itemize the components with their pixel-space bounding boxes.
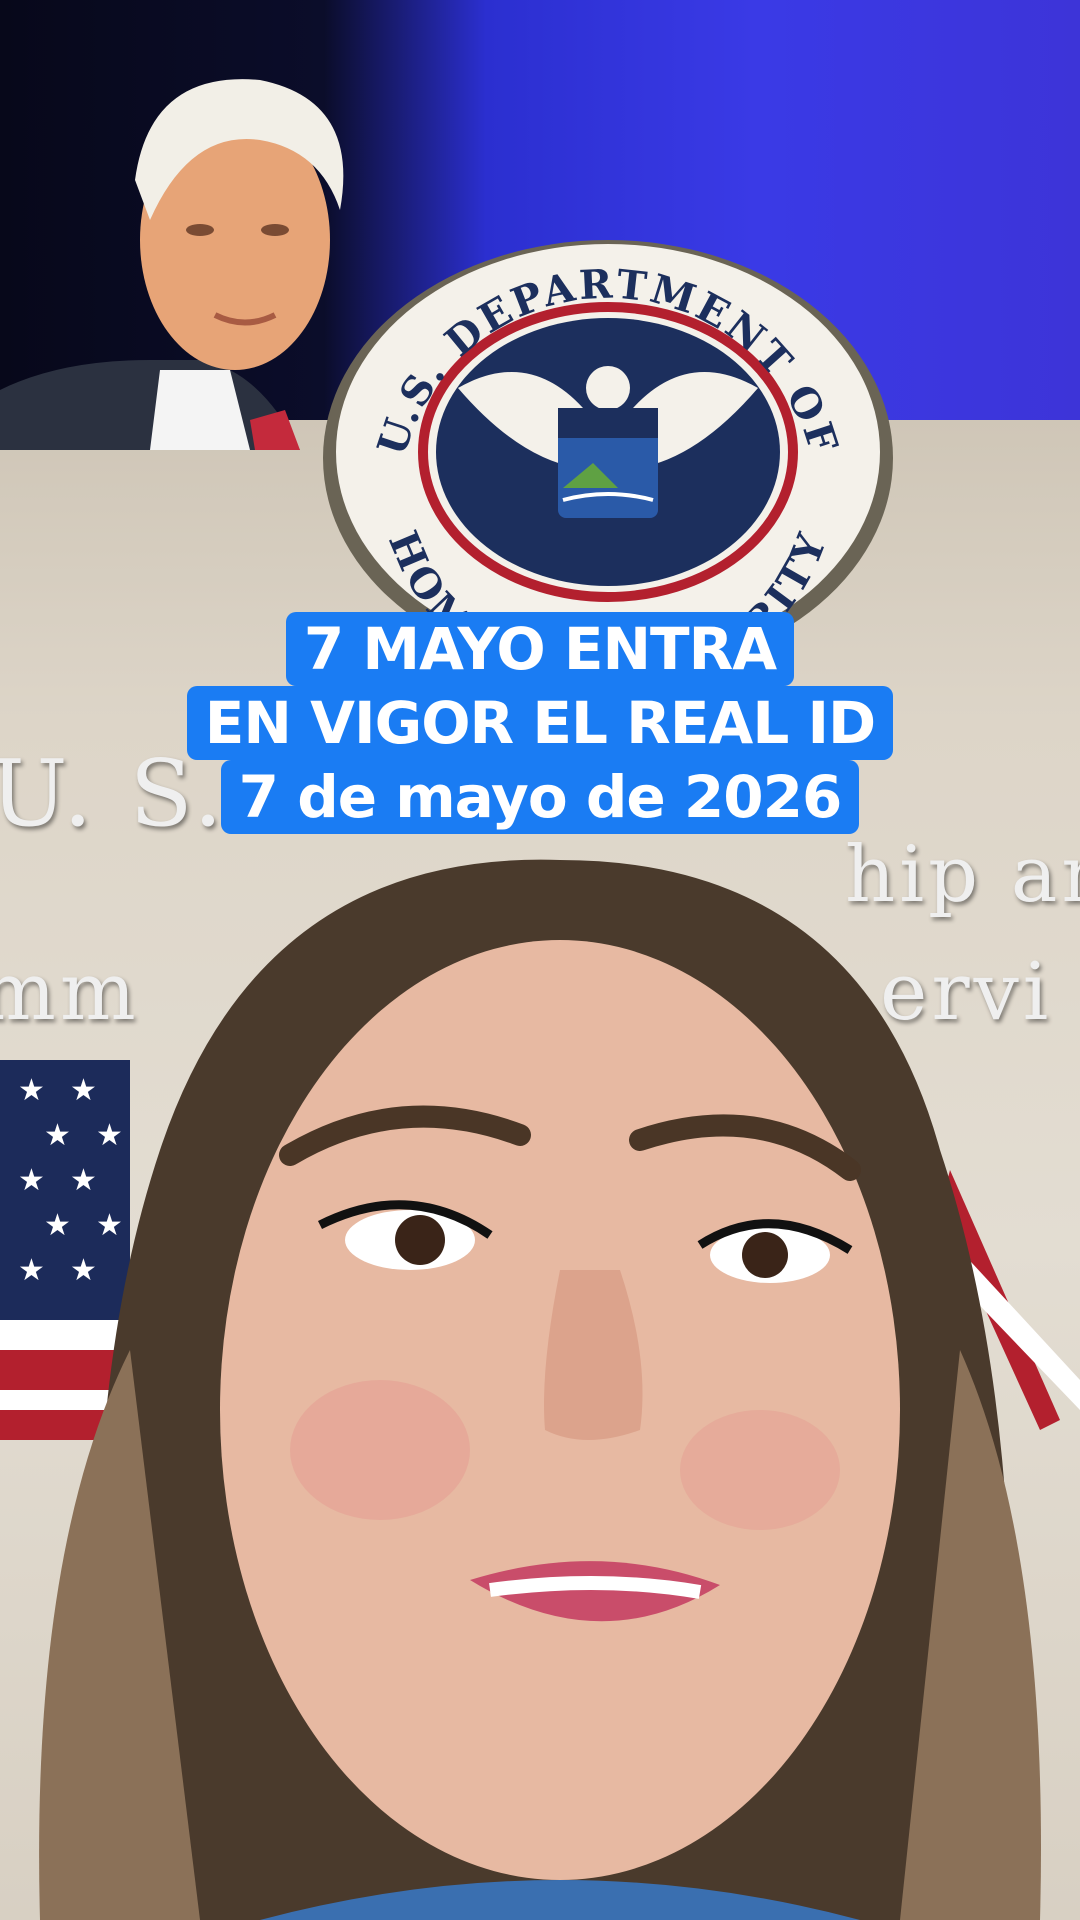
speaker-video-image	[39, 859, 1041, 1920]
caption-overlay: 7 MAYO ENTRA EN VIGOR EL REAL ID 7 de ma…	[0, 612, 1080, 834]
caption-line-3: 7 de mayo de 2026	[220, 760, 860, 834]
caption-line-1: 7 MAYO ENTRA	[285, 612, 795, 686]
caption-line-2: EN VIGOR EL REAL ID	[186, 686, 894, 760]
man-portrait-image	[0, 79, 344, 450]
video-frame[interactable]: U.S. DEPARTMENT OF HOMELAND SECURITY U. …	[0, 0, 1080, 1920]
